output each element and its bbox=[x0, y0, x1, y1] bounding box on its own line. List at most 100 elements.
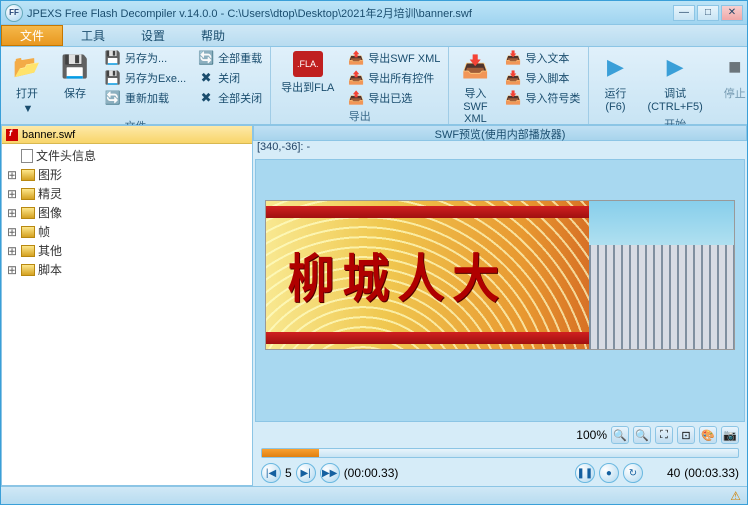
zoom-fit-button[interactable]: ⛶ bbox=[655, 426, 673, 444]
maximize-button[interactable]: □ bbox=[697, 5, 719, 21]
zoom-value: 100% bbox=[576, 428, 607, 442]
expand-icon[interactable]: ⊞ bbox=[6, 263, 18, 277]
timeline[interactable] bbox=[253, 446, 747, 460]
save-icon: 💾 bbox=[59, 51, 91, 83]
banner-building bbox=[589, 201, 734, 349]
fla-icon: .FLA. bbox=[293, 51, 323, 77]
tree-item-scripts: ⊞脚本 bbox=[4, 260, 250, 279]
import-symbol-button[interactable]: 📥导入符号类 bbox=[501, 89, 584, 107]
color-button[interactable]: 🎨 bbox=[699, 426, 717, 444]
open-button[interactable]: 📂打开▼ bbox=[5, 49, 49, 117]
export-swf-xml-button[interactable]: 📤导出SWF XML bbox=[344, 49, 444, 67]
close-all-icon: ✖ bbox=[198, 90, 214, 106]
close-file-button[interactable]: ✖关闭 bbox=[194, 69, 266, 87]
debug-button[interactable]: ▶调试 (CTRL+F5) bbox=[641, 49, 708, 115]
warning-icon[interactable]: ⚠ bbox=[730, 489, 741, 503]
export-all-icon: 📤 bbox=[348, 70, 364, 86]
import-swf-xml-button[interactable]: 📥导入SWF XML bbox=[453, 49, 497, 127]
window-title: JPEXS Free Flash Decompiler v.14.0.0 - C… bbox=[27, 5, 669, 21]
ribbon: 📂打开▼ 💾保存 💾另存为... 💾另存为Exe... 🔄重新加载 🔄全部重载 … bbox=[1, 47, 747, 125]
close-button[interactable]: ✕ bbox=[721, 5, 743, 21]
app-logo-icon: FF bbox=[5, 4, 23, 22]
current-time: (00:00.33) bbox=[344, 466, 399, 480]
expand-icon[interactable]: ⊞ bbox=[6, 244, 18, 258]
statusbar: ⚠ bbox=[1, 486, 747, 504]
tree-item-images: ⊞图像 bbox=[4, 203, 250, 222]
prev-frame-button[interactable]: |◀ bbox=[261, 463, 281, 483]
folder-icon bbox=[21, 245, 35, 257]
export-sel-icon: 📤 bbox=[348, 90, 364, 106]
tree-tab[interactable]: banner.swf bbox=[2, 126, 252, 144]
minimize-button[interactable]: — bbox=[673, 5, 695, 21]
menu-file[interactable]: 文件 bbox=[1, 25, 63, 46]
import-text-icon: 📥 bbox=[505, 50, 521, 66]
import-text-button[interactable]: 📥导入文本 bbox=[501, 49, 584, 67]
titlebar: FF JPEXS Free Flash Decompiler v.14.0.0 … bbox=[1, 1, 747, 25]
save-button[interactable]: 💾保存 bbox=[53, 49, 97, 103]
preview-header: SWF预览(使用内部播放器) bbox=[253, 125, 747, 141]
reload-all-button[interactable]: 🔄全部重载 bbox=[194, 49, 266, 67]
save-as-exe-button[interactable]: 💾另存为Exe... bbox=[101, 69, 190, 87]
stop-button[interactable]: ■停止 bbox=[713, 49, 748, 103]
run-button[interactable]: ▶运行 (F6) bbox=[593, 49, 637, 115]
tree[interactable]: 文件头信息 ⊞图形 ⊞精灵 ⊞图像 ⊞帧 ⊞其他 ⊞脚本 bbox=[2, 144, 252, 485]
import-script-button[interactable]: 📥导入脚本 bbox=[501, 69, 584, 87]
tree-pane: banner.swf 文件头信息 ⊞图形 ⊞精灵 ⊞图像 ⊞帧 ⊞其他 ⊞脚本 bbox=[1, 125, 253, 486]
playbar: |◀ 5 ▶| ▶▶ (00:00.33) ❚❚ ● ↻ 40 (00:03.3… bbox=[253, 460, 747, 486]
snapshot-button[interactable]: 📷 bbox=[721, 426, 739, 444]
export-selected-button[interactable]: 📤导出已选 bbox=[344, 89, 444, 107]
export-fla-button[interactable]: .FLA.导出到FLA bbox=[275, 49, 340, 97]
zoom-out-button[interactable]: 🔍 bbox=[633, 426, 651, 444]
doc-icon bbox=[21, 149, 33, 163]
swf-banner: 柳 城 人 大 bbox=[265, 200, 735, 350]
expand-icon[interactable]: ⊞ bbox=[6, 187, 18, 201]
goto-end-button[interactable]: ▶▶ bbox=[320, 463, 340, 483]
play-icon: ▶ bbox=[599, 51, 631, 83]
export-xml-icon: 📤 bbox=[348, 50, 364, 66]
expand-icon[interactable]: ⊞ bbox=[6, 225, 18, 239]
export-all-controls-button[interactable]: 📤导出所有控件 bbox=[344, 69, 444, 87]
tree-item-other: ⊞其他 bbox=[4, 241, 250, 260]
zoom-bar: 100% 🔍 🔍 ⛶ ⊡ 🎨 📷 bbox=[253, 424, 747, 446]
import-symbol-icon: 📥 bbox=[505, 90, 521, 106]
ribbon-group-export-label: 导出 bbox=[275, 107, 444, 125]
banner-text: 柳 城 人 大 bbox=[288, 237, 498, 312]
tree-item-frames: ⊞帧 bbox=[4, 222, 250, 241]
save-as-button[interactable]: 💾另存为... bbox=[101, 49, 190, 67]
folder-icon bbox=[21, 169, 35, 181]
zoom-in-button[interactable]: 🔍 bbox=[611, 426, 629, 444]
folder-icon bbox=[21, 188, 35, 200]
tree-item-shapes: ⊞图形 bbox=[4, 165, 250, 184]
menu-settings[interactable]: 设置 bbox=[123, 25, 183, 46]
tree-tab-label: banner.swf bbox=[22, 129, 75, 141]
menu-tools[interactable]: 工具 bbox=[63, 25, 123, 46]
save-as-icon: 💾 bbox=[105, 50, 121, 66]
expand-icon[interactable]: ⊞ bbox=[6, 206, 18, 220]
tree-item-sprites: ⊞精灵 bbox=[4, 184, 250, 203]
import-script-icon: 📥 bbox=[505, 70, 521, 86]
flash-icon bbox=[6, 129, 18, 141]
exe-icon: 💾 bbox=[105, 70, 121, 86]
close-all-button[interactable]: ✖全部关闭 bbox=[194, 89, 266, 107]
total-frames: 40 bbox=[667, 466, 680, 480]
tree-item-header: 文件头信息 bbox=[4, 146, 250, 165]
import-xml-icon: 📥 bbox=[459, 51, 491, 83]
expand-icon[interactable]: ⊞ bbox=[6, 168, 18, 182]
current-frame: 5 bbox=[285, 466, 292, 480]
record-button[interactable]: ● bbox=[599, 463, 619, 483]
reload-button[interactable]: 🔄重新加载 bbox=[101, 89, 190, 107]
pause-button[interactable]: ❚❚ bbox=[575, 463, 595, 483]
preview-canvas[interactable]: 柳 城 人 大 bbox=[255, 159, 745, 422]
reload-icon: 🔄 bbox=[105, 90, 121, 106]
close-file-icon: ✖ bbox=[198, 70, 214, 86]
folder-icon bbox=[21, 226, 35, 238]
folder-icon bbox=[21, 207, 35, 219]
next-frame-button[interactable]: ▶| bbox=[296, 463, 316, 483]
loop-button[interactable]: ↻ bbox=[623, 463, 643, 483]
zoom-reset-button[interactable]: ⊡ bbox=[677, 426, 695, 444]
total-time: (00:03.33) bbox=[684, 466, 739, 480]
menu-help[interactable]: 帮助 bbox=[183, 25, 243, 46]
folder-icon bbox=[21, 264, 35, 276]
reload-all-icon: 🔄 bbox=[198, 50, 214, 66]
menubar: 文件 工具 设置 帮助 bbox=[1, 25, 747, 47]
